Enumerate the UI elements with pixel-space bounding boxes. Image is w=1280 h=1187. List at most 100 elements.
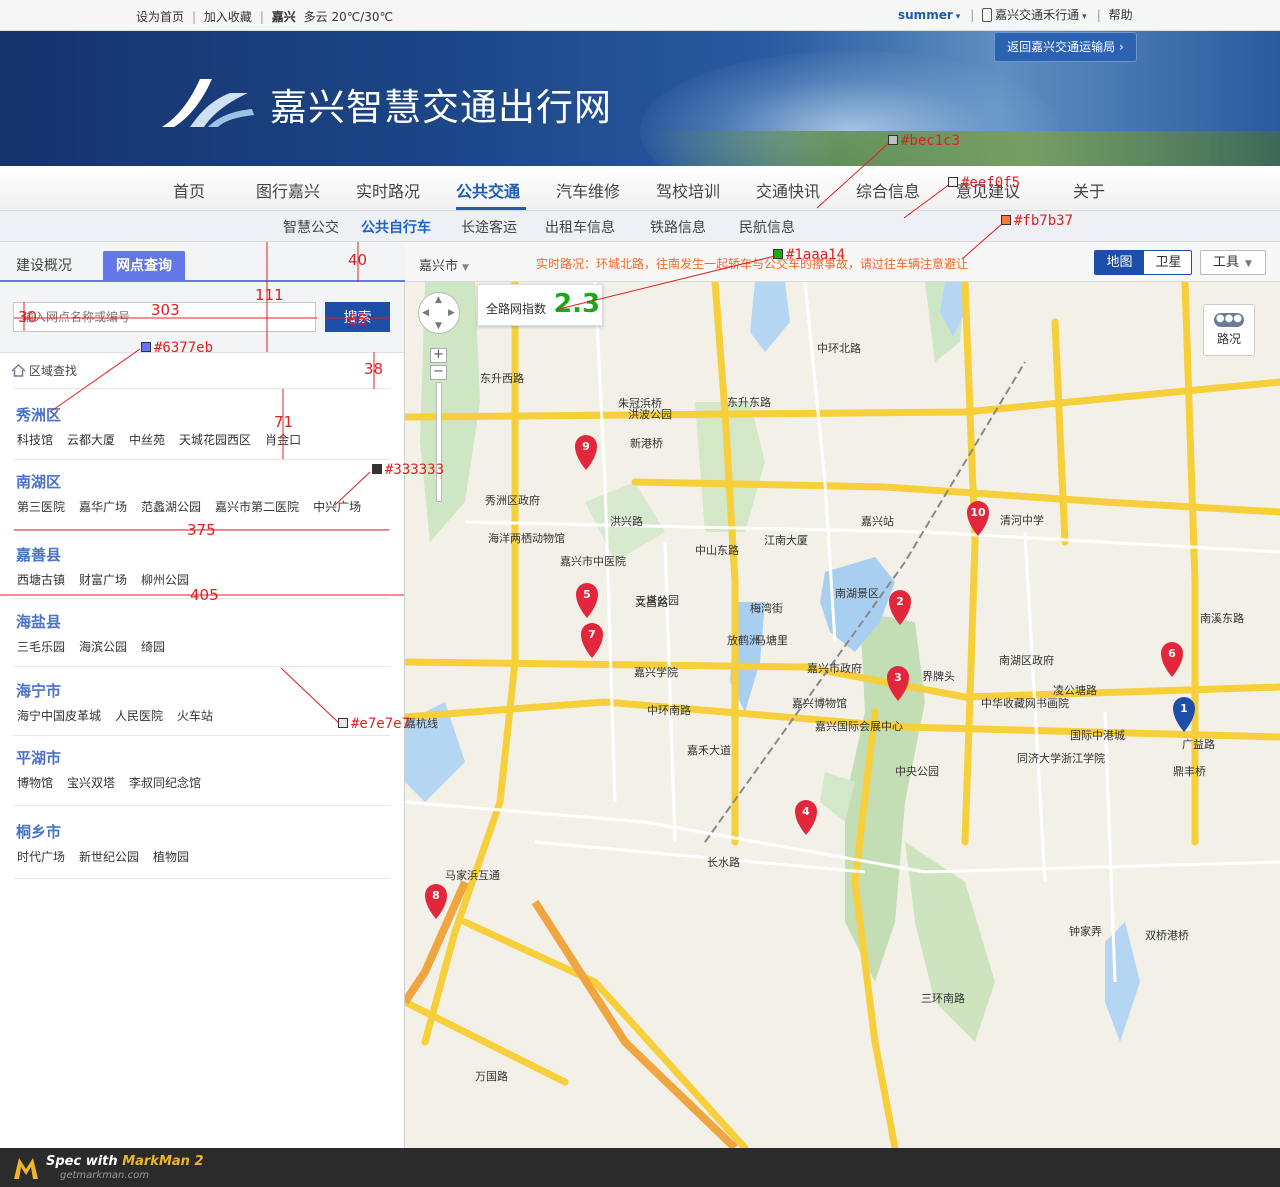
zoom-out-button[interactable]: − — [430, 365, 447, 380]
road-label: 嘉禾大道 — [687, 743, 731, 757]
region-name[interactable]: 桐乡市 — [16, 821, 61, 842]
color-code: #6377eb — [154, 340, 214, 356]
place-link[interactable]: 柳州公园 — [141, 573, 189, 587]
region-search-label: 区域查找 — [29, 364, 78, 378]
pan-up-icon[interactable]: ▲ — [435, 295, 442, 305]
subnav-item-coach[interactable]: 长途客运 — [461, 217, 517, 237]
subnav-item-bike[interactable]: 公共自行车 — [361, 217, 431, 237]
zoom-slider[interactable] — [435, 382, 442, 502]
add-favorite-link[interactable]: 加入收藏 — [204, 10, 252, 24]
place-link[interactable]: 天城花园西区 — [179, 433, 251, 447]
map-panel[interactable]: 东升西路 东升东路 中环北路 中环南路 嘉禾大道 中山东路 洪兴路 文昌路 长水… — [405, 242, 1280, 1148]
traffic-message[interactable]: 实时路况：环城北路，往南发生一起轿车与公交车的擦事故，请过往车辆注意避让 — [536, 255, 968, 272]
svg-text:7: 7 — [588, 628, 596, 641]
panel-tabs: 建设概况 网点查询 — [0, 242, 405, 282]
chevron-down-icon[interactable]: ▾ — [1082, 12, 1087, 22]
region-name[interactable]: 平湖市 — [16, 747, 61, 768]
region-name[interactable]: 海盐县 — [16, 611, 61, 632]
subnav-item-rail[interactable]: 铁路信息 — [650, 217, 706, 237]
place-link[interactable]: 科技馆 — [17, 433, 53, 447]
place-link[interactable]: 海滨公园 — [79, 640, 127, 654]
set-home-link[interactable]: 设为首页 — [136, 10, 184, 24]
place-link[interactable]: 第三医院 — [17, 500, 65, 514]
top-bar: 设为首页 | 加入收藏 | 嘉兴 多云 20℃/30℃ summer ▾ | 嘉兴交通禾… — [0, 0, 1280, 31]
username-link[interactable]: summer — [898, 8, 953, 22]
nav-item-traffic[interactable]: 实时路况 — [356, 178, 420, 202]
nav-item-driving-school[interactable]: 驾校培训 — [656, 178, 720, 202]
chevron-down-icon[interactable]: ▾ — [956, 12, 961, 22]
place-link[interactable]: 中丝苑 — [129, 433, 165, 447]
region-search-header[interactable]: 区域查找 — [11, 362, 77, 379]
nav-item-map[interactable]: 图行嘉兴 — [256, 178, 320, 202]
map-tools-button[interactable]: 工具 ▼ — [1200, 250, 1266, 275]
subnav-item-air[interactable]: 民航信息 — [739, 217, 795, 237]
place-link[interactable]: 肖金口 — [265, 433, 301, 447]
region-name[interactable]: 南湖区 — [16, 471, 61, 492]
divider — [13, 878, 390, 879]
help-link[interactable]: 帮助 — [1109, 8, 1133, 22]
poi-label: 放鹤洲 — [727, 633, 760, 647]
traffic-layer-toggle[interactable]: ●●● 路况 — [1203, 304, 1255, 356]
map-type-map-button[interactable]: 地图 — [1095, 251, 1144, 274]
poi-label: 双桥港桥 — [1145, 929, 1189, 942]
place-link[interactable]: 时代广场 — [17, 850, 65, 864]
city-select[interactable]: 嘉兴市 ▼ — [419, 255, 469, 274]
place-link[interactable]: 绮园 — [141, 640, 165, 654]
measure-label: 303 — [151, 301, 180, 319]
place-link[interactable]: 三毛乐园 — [17, 640, 65, 654]
road-label: 洪兴路 — [610, 514, 643, 528]
svg-text:5: 5 — [583, 588, 591, 601]
chevron-down-icon: ▼ — [1245, 259, 1252, 269]
place-link[interactable]: 范蠡湖公园 — [141, 500, 201, 514]
nav-item-info[interactable]: 综合信息 — [856, 178, 920, 202]
place-link[interactable]: 嘉兴市第二医院 — [215, 500, 299, 514]
pan-down-icon[interactable]: ▼ — [435, 321, 442, 331]
nav-item-news[interactable]: 交通快讯 — [756, 178, 820, 202]
map-pan-control[interactable]: ▲ ▼ ◀ ▶ — [418, 292, 460, 334]
region-name[interactable]: 嘉善县 — [16, 544, 61, 565]
place-link[interactable]: 海宁中国皮革城 — [17, 709, 101, 723]
place-link[interactable]: 人民医院 — [115, 709, 163, 723]
nav-item-about[interactable]: 关于 — [1073, 178, 1105, 202]
color-swatch — [773, 249, 783, 259]
place-link[interactable]: 李叔同纪念馆 — [129, 776, 201, 790]
map-canvas[interactable]: 东升西路 东升东路 中环北路 中环南路 嘉禾大道 中山东路 洪兴路 文昌路 长水… — [405, 282, 1280, 1148]
app-link[interactable]: 嘉兴交通禾行通 — [995, 8, 1079, 22]
subnav-item-taxi[interactable]: 出租车信息 — [545, 217, 615, 237]
nav-item-car-repair[interactable]: 汽车维修 — [556, 178, 620, 202]
measure-label: 375 — [187, 521, 216, 539]
place-link[interactable]: 中兴广场 — [313, 500, 361, 514]
nav-item-home[interactable]: 首页 — [173, 178, 205, 202]
pan-right-icon[interactable]: ▶ — [448, 308, 455, 318]
pan-left-icon[interactable]: ◀ — [422, 308, 429, 318]
poi-label: 嘉兴市政府 — [807, 661, 862, 675]
place-link[interactable]: 宝兴双塔 — [67, 776, 115, 790]
place-link[interactable]: 嘉华广场 — [79, 500, 127, 514]
place-link[interactable]: 博物馆 — [17, 776, 53, 790]
poi-label: 鼎丰桥 — [1173, 765, 1206, 778]
subnav-item-bus[interactable]: 智慧公交 — [283, 217, 339, 237]
place-link[interactable]: 西塘古镇 — [17, 573, 65, 587]
left-panel: 建设概况 网点查询 搜索 区域查找 秀洲区 科技馆云都大厦中丝苑天城花园西区肖金… — [0, 242, 405, 1148]
color-code: #eef0f5 — [961, 175, 1021, 191]
nav-item-public-transport[interactable]: 公共交通 — [456, 178, 520, 202]
current-city[interactable]: 嘉兴 — [272, 10, 296, 24]
road-label: 中环南路 — [647, 704, 691, 717]
region-name[interactable]: 秀洲区 — [16, 404, 61, 425]
tab-station-search[interactable]: 网点查询 — [103, 251, 185, 282]
poi-label: 秀洲区政府 — [485, 493, 540, 507]
traffic-index-panel: 全路网指数 2.3 — [477, 284, 603, 326]
place-link[interactable]: 火车站 — [177, 709, 213, 723]
poi-label: 中华收藏网书画院 — [981, 696, 1069, 710]
zoom-in-button[interactable]: + — [430, 348, 447, 363]
place-link[interactable]: 植物园 — [153, 850, 189, 864]
place-link[interactable]: 财富广场 — [79, 573, 127, 587]
map-type-satellite-button[interactable]: 卫星 — [1144, 251, 1191, 274]
site-logo-icon[interactable] — [160, 73, 255, 131]
measure-label: 30 — [18, 308, 38, 326]
place-link[interactable]: 新世纪公园 — [79, 850, 139, 864]
tab-overview[interactable]: 建设概况 — [16, 251, 72, 282]
back-to-bureau-button[interactable]: 返回嘉兴交通运输局 › — [994, 32, 1137, 62]
place-link[interactable]: 云都大厦 — [67, 433, 115, 447]
region-name[interactable]: 海宁市 — [16, 680, 61, 701]
